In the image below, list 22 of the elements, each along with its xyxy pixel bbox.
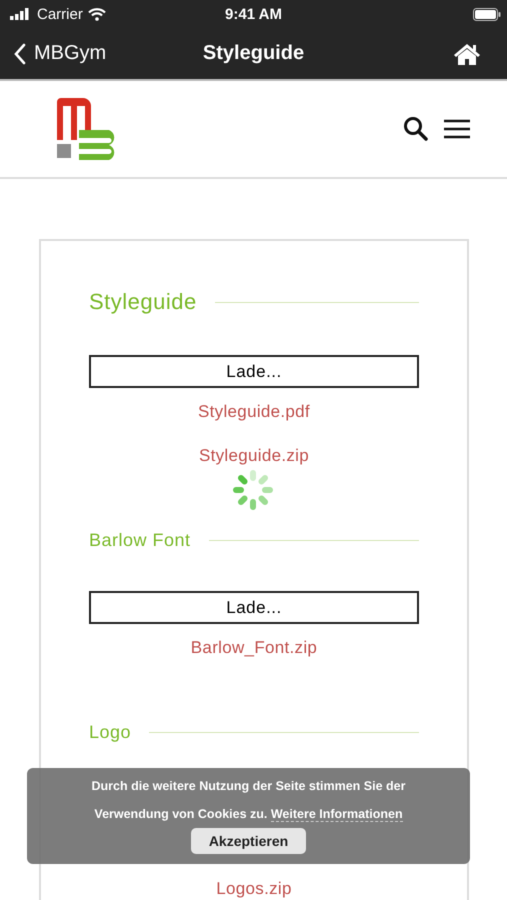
download-link[interactable]: Styleguide.pdf (198, 402, 310, 422)
download-link[interactable]: Styleguide.zip (198, 446, 310, 466)
chevron-left-icon (14, 42, 26, 64)
loading-button[interactable]: Lade... (89, 591, 419, 624)
loading-button[interactable]: Lade... (89, 355, 419, 388)
clock-time: 9:41 AM (225, 6, 282, 22)
menu-icon[interactable] (443, 118, 471, 140)
section-title: Logo (89, 722, 132, 743)
cookie-notice: Durch die weitere Nutzung der Seite stimmen Sie der Verwendung von Cookies zu. Weitere Informationen (90, 778, 406, 824)
carrier-label: Carrier (37, 6, 83, 22)
download-link[interactable]: Logos.zip (216, 879, 292, 899)
accept-button[interactable]: Akzeptieren (190, 828, 306, 854)
more-info-link[interactable]: Weitere Informationen (270, 807, 403, 822)
section-title: Barlow Font (89, 530, 191, 551)
back-button[interactable]: MBGym (14, 42, 106, 65)
nav-title: Styleguide (202, 42, 304, 65)
wifi-icon (88, 8, 106, 20)
battery-icon (473, 8, 501, 20)
download-link[interactable]: Barlow_Font.zip (190, 638, 318, 658)
section-title: Styleguide (89, 289, 197, 315)
home-icon[interactable] (453, 42, 481, 66)
search-icon[interactable] (403, 116, 429, 142)
